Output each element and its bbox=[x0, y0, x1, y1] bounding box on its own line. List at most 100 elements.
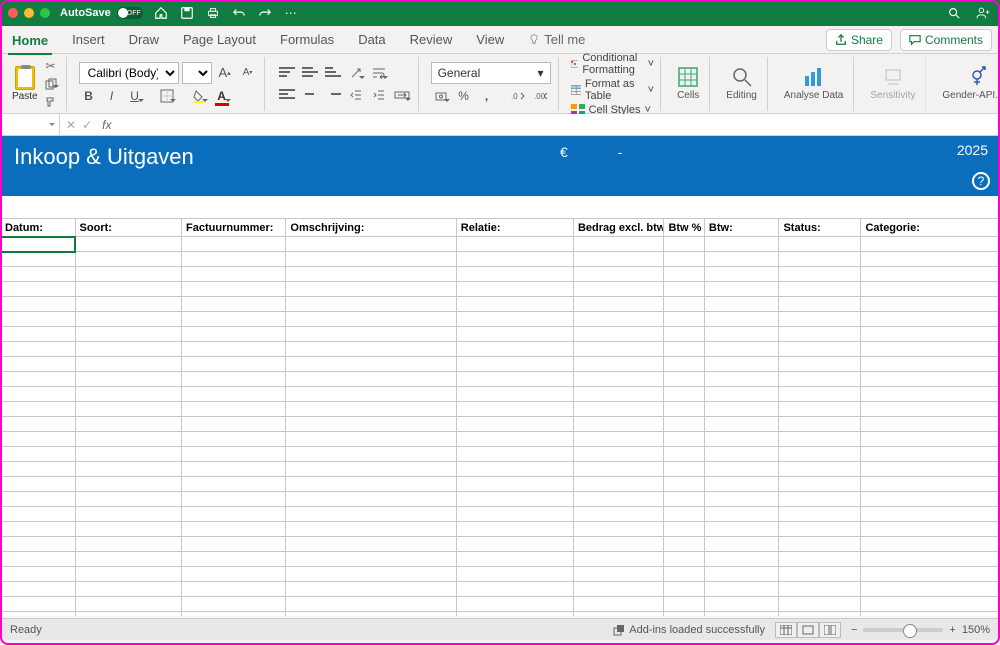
cell[interactable] bbox=[664, 582, 704, 597]
column-header[interactable]: Categorie: bbox=[861, 219, 1000, 237]
cell[interactable] bbox=[861, 312, 1000, 327]
cell[interactable] bbox=[573, 342, 664, 357]
number-format-select[interactable]: General ▾ bbox=[431, 62, 551, 84]
cell[interactable] bbox=[286, 507, 456, 522]
tab-view[interactable]: View bbox=[472, 28, 508, 51]
cell[interactable] bbox=[861, 612, 1000, 617]
cell[interactable] bbox=[779, 447, 861, 462]
cell[interactable] bbox=[182, 462, 286, 477]
cell[interactable] bbox=[1, 447, 76, 462]
cell[interactable] bbox=[704, 447, 779, 462]
cell[interactable] bbox=[664, 507, 704, 522]
cell[interactable] bbox=[704, 387, 779, 402]
cell[interactable] bbox=[456, 237, 573, 252]
border-button[interactable] bbox=[157, 86, 177, 106]
cell[interactable] bbox=[75, 447, 182, 462]
cell[interactable] bbox=[182, 582, 286, 597]
cell[interactable] bbox=[861, 252, 1000, 267]
cell[interactable] bbox=[664, 297, 704, 312]
format-painter-icon[interactable] bbox=[42, 94, 60, 110]
cell[interactable] bbox=[75, 402, 182, 417]
italic-button[interactable]: I bbox=[102, 86, 122, 106]
cell[interactable] bbox=[779, 597, 861, 612]
column-header[interactable]: Omschrijving: bbox=[286, 219, 456, 237]
redo-icon[interactable] bbox=[257, 5, 273, 21]
fill-color-button[interactable] bbox=[189, 86, 209, 106]
cell[interactable] bbox=[286, 342, 456, 357]
cell[interactable] bbox=[1, 537, 76, 552]
cell[interactable] bbox=[573, 447, 664, 462]
underline-button[interactable]: U bbox=[125, 86, 145, 106]
cell[interactable] bbox=[573, 237, 664, 252]
cell[interactable] bbox=[664, 327, 704, 342]
cell[interactable] bbox=[182, 507, 286, 522]
cell[interactable] bbox=[182, 522, 286, 537]
cell[interactable] bbox=[573, 402, 664, 417]
tab-data[interactable]: Data bbox=[354, 28, 389, 51]
cell[interactable] bbox=[861, 567, 1000, 582]
cell[interactable] bbox=[75, 372, 182, 387]
cell[interactable] bbox=[861, 297, 1000, 312]
orientation-icon[interactable] bbox=[346, 63, 366, 83]
cell[interactable] bbox=[573, 597, 664, 612]
cell[interactable] bbox=[286, 447, 456, 462]
cell[interactable] bbox=[182, 327, 286, 342]
cell[interactable] bbox=[704, 492, 779, 507]
cell[interactable] bbox=[456, 372, 573, 387]
cell[interactable] bbox=[182, 552, 286, 567]
cut-icon[interactable]: ✂ bbox=[42, 58, 60, 74]
normal-view-icon[interactable] bbox=[775, 622, 797, 638]
cell[interactable] bbox=[704, 567, 779, 582]
column-header[interactable]: Relatie: bbox=[456, 219, 573, 237]
cell[interactable] bbox=[573, 387, 664, 402]
cell[interactable] bbox=[1, 282, 76, 297]
name-box[interactable] bbox=[0, 114, 60, 135]
cell[interactable] bbox=[286, 432, 456, 447]
undo-icon[interactable] bbox=[231, 5, 247, 21]
cell[interactable] bbox=[75, 387, 182, 402]
cell[interactable] bbox=[779, 417, 861, 432]
close-window-icon[interactable] bbox=[8, 8, 18, 18]
cell[interactable] bbox=[182, 492, 286, 507]
column-header[interactable]: Status: bbox=[779, 219, 861, 237]
cell[interactable] bbox=[664, 282, 704, 297]
cell[interactable] bbox=[286, 567, 456, 582]
tab-formulas[interactable]: Formulas bbox=[276, 28, 338, 51]
cell[interactable] bbox=[456, 402, 573, 417]
cell[interactable] bbox=[1, 477, 76, 492]
cell[interactable] bbox=[861, 417, 1000, 432]
cell[interactable] bbox=[573, 252, 664, 267]
cell[interactable] bbox=[704, 582, 779, 597]
cell[interactable] bbox=[573, 312, 664, 327]
cell[interactable] bbox=[182, 342, 286, 357]
font-color-button[interactable]: A bbox=[212, 86, 232, 106]
cell[interactable] bbox=[664, 312, 704, 327]
cell[interactable] bbox=[182, 597, 286, 612]
cell[interactable] bbox=[1, 507, 76, 522]
cell[interactable] bbox=[704, 507, 779, 522]
cell[interactable] bbox=[664, 477, 704, 492]
cell[interactable] bbox=[75, 597, 182, 612]
cell[interactable] bbox=[1, 462, 76, 477]
cell[interactable] bbox=[664, 552, 704, 567]
cell[interactable] bbox=[1, 342, 76, 357]
cell[interactable] bbox=[456, 387, 573, 402]
cell[interactable] bbox=[1, 402, 76, 417]
cell[interactable] bbox=[573, 327, 664, 342]
cell[interactable] bbox=[664, 252, 704, 267]
cell[interactable] bbox=[286, 492, 456, 507]
cell[interactable] bbox=[573, 462, 664, 477]
search-icon[interactable] bbox=[946, 5, 962, 21]
gender-api-button[interactable]: Gender-API.com bbox=[932, 57, 1000, 111]
cell[interactable] bbox=[664, 267, 704, 282]
cell[interactable] bbox=[1, 552, 76, 567]
cell[interactable] bbox=[182, 477, 286, 492]
cell[interactable] bbox=[182, 357, 286, 372]
cell[interactable] bbox=[75, 522, 182, 537]
copy-icon[interactable] bbox=[42, 76, 60, 92]
paste-button[interactable]: Paste bbox=[12, 66, 38, 102]
cancel-formula-icon[interactable]: ✕ bbox=[66, 118, 76, 132]
cell[interactable] bbox=[182, 447, 286, 462]
cell[interactable] bbox=[704, 297, 779, 312]
cell[interactable] bbox=[1, 612, 76, 617]
